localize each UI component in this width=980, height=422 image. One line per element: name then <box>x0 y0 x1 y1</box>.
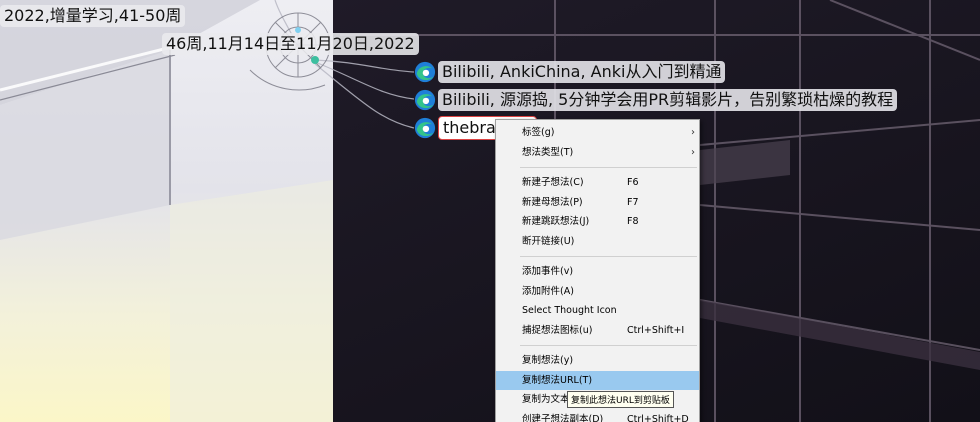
web-thought-anki[interactable]: Bilibili, AnkiChina, Anki从入门到精通 <box>414 60 726 84</box>
thought-context-menu: 标签(g) › 想法类型(T) › 新建子想法(C) F6 新建母想法(P) F… <box>495 119 700 422</box>
web-thought-premiere[interactable]: Bilibili, 源源捣, 5分钟学会用PR剪辑影片，告别繁琐枯燥的教程 <box>414 88 898 112</box>
edge-browser-icon <box>414 117 436 139</box>
menu-item-label: 创建子想法副本(D) <box>522 413 604 422</box>
menu-item-unlink[interactable]: 断开链接(U) <box>496 232 699 252</box>
menu-item-new-child[interactable]: 新建子想法(C) F6 <box>496 173 699 193</box>
menu-item-shortcut: F8 <box>627 216 639 227</box>
week-thought-label: 46周,11月14日至11月20日,2022 <box>162 33 419 55</box>
menu-item-label: 捕捉想法图标(u) <box>522 324 593 336</box>
menu-item-label: 标签(g) <box>522 127 555 138</box>
parent-thought-label: 2022,增量学习,41-50周 <box>0 5 186 27</box>
menu-separator <box>520 167 697 168</box>
submenu-arrow-icon: › <box>691 127 695 138</box>
menu-item-label: 新建母想法(P) <box>522 196 583 208</box>
menu-separator <box>520 345 697 346</box>
menu-item-add-event[interactable]: 添加事件(v) <box>496 262 699 282</box>
menu-item-label: Select Thought Icon <box>522 305 617 316</box>
web-thought-label: Bilibili, AnkiChina, Anki从入门到精通 <box>438 61 726 83</box>
menu-item-label: 新建跳跃想法(J) <box>522 216 590 227</box>
menu-item-label: 添加事件(v) <box>522 266 574 277</box>
edge-browser-icon <box>414 89 436 111</box>
menu-item-shortcut: Ctrl+Shift+D <box>627 413 689 422</box>
menu-item-label: 断开链接(U) <box>522 235 575 247</box>
week-thought[interactable]: 46周,11月14日至11月20日,2022 <box>162 32 419 56</box>
menu-item-copy-thought[interactable]: 复制想法(y) <box>496 351 699 371</box>
menu-item-select-icon[interactable]: Select Thought Icon <box>496 301 699 321</box>
menu-tooltip: 复制此想法URL到剪贴板 <box>567 391 674 408</box>
menu-item-label: 想法类型(T) <box>522 146 574 158</box>
menu-item-new-parent[interactable]: 新建母想法(P) F7 <box>496 193 699 213</box>
submenu-arrow-icon: › <box>691 146 695 158</box>
menu-item-new-jump[interactable]: 新建跳跃想法(J) F8 <box>496 212 699 232</box>
brain-canvas[interactable]: 2022,增量学习,41-50周 46周,11月14日至11月20日,2022 … <box>0 0 980 422</box>
menu-item-shortcut: Ctrl+Shift+I <box>627 324 685 336</box>
parent-thought[interactable]: 2022,增量学习,41-50周 <box>0 4 186 28</box>
edge-browser-icon <box>414 61 436 83</box>
menu-item-label: 复制想法URL(T) <box>522 374 593 386</box>
menu-separator <box>520 256 697 257</box>
menu-item-label: 新建子想法(C) <box>522 177 584 188</box>
menu-item-thought-type[interactable]: 想法类型(T) › <box>496 143 699 163</box>
menu-item-shortcut: F6 <box>627 177 639 188</box>
menu-item-copy-url[interactable]: 复制想法URL(T) <box>496 370 699 390</box>
menu-item-label: 添加附件(A) <box>522 285 574 297</box>
menu-item-tags[interactable]: 标签(g) › <box>496 123 699 143</box>
menu-item-label: 复制想法(y) <box>522 355 574 366</box>
menu-item-duplicate-child[interactable]: 创建子想法副本(D) Ctrl+Shift+D <box>496 410 699 422</box>
web-thought-label: Bilibili, 源源捣, 5分钟学会用PR剪辑影片，告别繁琐枯燥的教程 <box>438 89 898 111</box>
menu-item-add-attachment[interactable]: 添加附件(A) <box>496 282 699 302</box>
menu-item-capture-icon[interactable]: 捕捉想法图标(u) Ctrl+Shift+I <box>496 321 699 341</box>
menu-item-shortcut: F7 <box>627 196 639 208</box>
